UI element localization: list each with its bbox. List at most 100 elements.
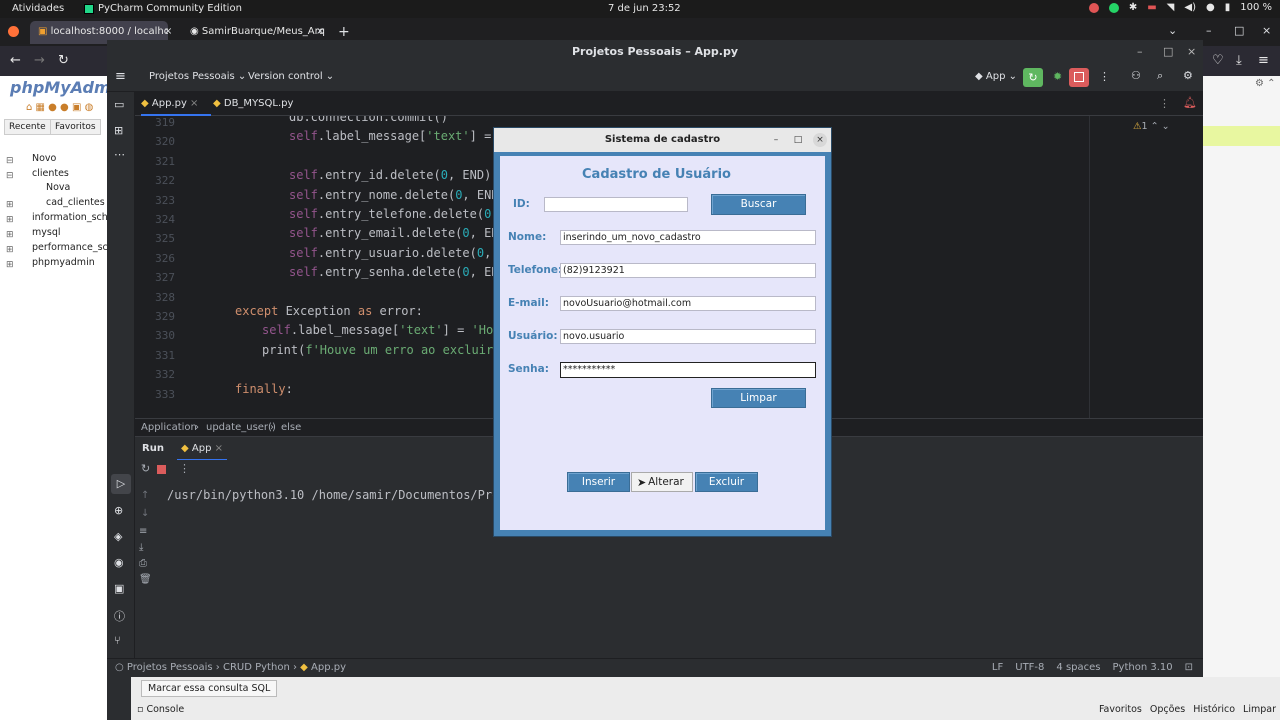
file-tab-db-mysql[interactable]: ◆ DB_MYSQL.py: [213, 92, 313, 116]
tab-close-icon[interactable]: ×: [190, 98, 198, 109]
db-tree-item[interactable]: Novo: [32, 153, 56, 164]
menu-icon[interactable]: ≡: [1258, 53, 1269, 68]
hamburger-menu-icon[interactable]: ≡: [115, 69, 126, 84]
stop-button[interactable]: [1069, 68, 1089, 87]
buscar-button[interactable]: Buscar: [711, 194, 806, 215]
print-icon[interactable]: ⎙: [139, 558, 147, 569]
list-tabs-icon[interactable]: ⌄: [1168, 24, 1177, 37]
warning-icon: ⚠: [1133, 121, 1142, 132]
rerun-button[interactable]: ↻: [1023, 68, 1043, 87]
limpar-button[interactable]: Limpar: [711, 388, 806, 408]
pma-tab-recente[interactable]: Recente: [4, 119, 51, 135]
reload-icon[interactable]: ↻: [58, 53, 69, 68]
search-icon[interactable]: ⌕: [1157, 69, 1163, 83]
lock-icon[interactable]: ⊡: [1185, 662, 1193, 673]
db-tree-item[interactable]: cad_clientes: [46, 197, 105, 208]
maximize-icon[interactable]: □: [1234, 24, 1244, 37]
problems-icon[interactable]: ⓘ: [114, 608, 125, 624]
db-tree-item[interactable]: phpmyadmin: [32, 257, 95, 268]
forward-icon[interactable]: →: [34, 53, 45, 68]
excluir-button[interactable]: Excluir: [695, 472, 758, 492]
pma-tab-favoritos[interactable]: Favoritos: [50, 119, 101, 135]
senha-input[interactable]: ***********: [560, 362, 816, 378]
minimize-icon[interactable]: –: [1137, 40, 1143, 64]
project-folder-icon[interactable]: ▭: [114, 98, 124, 111]
console-link-favoritos[interactable]: Favoritos: [1099, 704, 1142, 715]
run-config-selector[interactable]: ◆ App ⌄: [975, 71, 1017, 82]
alterar-button[interactable]: ➤ Alterar: [631, 472, 693, 492]
layers-icon[interactable]: ◈: [114, 530, 122, 543]
inserir-button[interactable]: Inserir: [567, 472, 630, 492]
nome-input[interactable]: inserindo_um_novo_cadastro: [560, 230, 816, 245]
pma-sql-console: Marcar essa consulta SQL ▫ Console Favor…: [131, 677, 1280, 720]
rerun-icon[interactable]: ↻: [141, 462, 150, 475]
close-icon[interactable]: ×: [1187, 40, 1196, 64]
file-encoding[interactable]: UTF-8: [1015, 662, 1044, 673]
email-input[interactable]: novoUsuario@hotmail.com: [560, 296, 816, 311]
bookmark-sql-button[interactable]: Marcar essa consulta SQL: [141, 680, 278, 697]
run-tool-icon[interactable]: ▷: [111, 474, 131, 494]
terminal-icon[interactable]: ▣: [114, 582, 124, 595]
run-tab-app[interactable]: ◆ App ×: [177, 437, 227, 461]
tabs-more-icon[interactable]: ⋮: [1159, 97, 1170, 110]
console-toggle[interactable]: ▫ Console: [137, 704, 184, 715]
id-input[interactable]: [544, 197, 688, 212]
trash-icon[interactable]: 🗑︎: [139, 574, 152, 585]
console-link-historico[interactable]: Histórico: [1193, 704, 1235, 715]
db-tree-item[interactable]: mysql: [32, 227, 61, 238]
tab-close-icon[interactable]: ×: [215, 443, 223, 454]
python-packages-icon[interactable]: ⊕: [114, 504, 123, 517]
system-clock[interactable]: 7 de jun 23:52: [608, 3, 681, 14]
console-link-limpar[interactable]: Limpar: [1243, 704, 1276, 715]
gear-icon[interactable]: ⚙ ⌃: [1255, 78, 1276, 89]
scroll-up-icon[interactable]: ↑: [141, 490, 149, 501]
debug-icon[interactable]: ✹: [1053, 70, 1062, 83]
db-tree-item[interactable]: clientes: [32, 168, 69, 179]
pocket-icon[interactable]: ♡: [1212, 53, 1224, 68]
inspection-widget[interactable]: ⚠1 ⌃ ⌄: [1133, 121, 1170, 132]
more-tools-icon[interactable]: ⋯: [114, 148, 125, 161]
usuario-input[interactable]: novo.usuario: [560, 329, 816, 344]
vcs-menu[interactable]: Version control ⌄: [248, 71, 334, 82]
status-path[interactable]: ○ Projetos Pessoais › CRUD Python › ◆ Ap…: [115, 662, 346, 673]
indent-setting[interactable]: 4 spaces: [1056, 662, 1100, 673]
scroll-to-end-icon[interactable]: ⤓: [139, 542, 143, 553]
breadcrumb-item[interactable]: else: [281, 422, 301, 433]
file-tab-app[interactable]: ◆ App.py ×: [141, 92, 211, 116]
close-icon[interactable]: ×: [1262, 24, 1271, 37]
services-icon[interactable]: ◉: [114, 556, 124, 569]
minimize-icon[interactable]: –: [769, 133, 783, 147]
maximize-icon[interactable]: □: [1163, 40, 1173, 64]
activities-button[interactable]: Atividades: [12, 3, 64, 14]
project-menu[interactable]: Projetos Pessoais ⌄: [149, 71, 246, 82]
db-tree-item[interactable]: performance_sch: [32, 242, 114, 253]
more-icon[interactable]: ⋮: [179, 462, 190, 475]
breadcrumb-item[interactable]: Application: [141, 422, 197, 433]
download-icon[interactable]: ⤓: [1236, 53, 1242, 68]
minimize-icon[interactable]: –: [1206, 24, 1212, 37]
tab-close-icon[interactable]: ×: [316, 26, 324, 37]
maximize-icon[interactable]: □: [791, 133, 805, 147]
structure-icon[interactable]: ⊞: [114, 124, 123, 137]
stop-icon[interactable]: [157, 465, 166, 474]
db-tree-item[interactable]: Nova: [46, 182, 70, 193]
active-app-indicator[interactable]: PyCharm Community Edition: [84, 3, 242, 14]
db-tree-item[interactable]: information_sche: [32, 212, 114, 223]
scroll-down-icon[interactable]: ↓: [141, 508, 149, 519]
tab-close-icon[interactable]: ×: [164, 26, 172, 37]
add-user-icon[interactable]: ⚇: [1131, 69, 1141, 82]
telefone-input[interactable]: (82)9123921: [560, 263, 816, 278]
close-icon[interactable]: ×: [813, 133, 827, 147]
back-icon[interactable]: ←: [10, 53, 21, 68]
git-icon[interactable]: ⑂: [114, 634, 121, 647]
more-actions-icon[interactable]: ⋮: [1099, 70, 1110, 83]
new-tab-button[interactable]: +: [338, 24, 350, 40]
line-separator[interactable]: LF: [992, 662, 1003, 673]
console-link-opcoes[interactable]: Opções: [1150, 704, 1185, 715]
soft-wrap-icon[interactable]: ≡: [139, 526, 147, 537]
notifications-icon[interactable]: 🔔︎: [1183, 96, 1197, 109]
breadcrumb-item[interactable]: update_user(): [206, 422, 276, 433]
python-interpreter[interactable]: Python 3.10: [1113, 662, 1173, 673]
system-tray[interactable]: ✱ ▬ ◥ ◀) ● ▮ 100 %: [1088, 2, 1272, 13]
settings-gear-icon[interactable]: ⚙: [1183, 69, 1193, 82]
